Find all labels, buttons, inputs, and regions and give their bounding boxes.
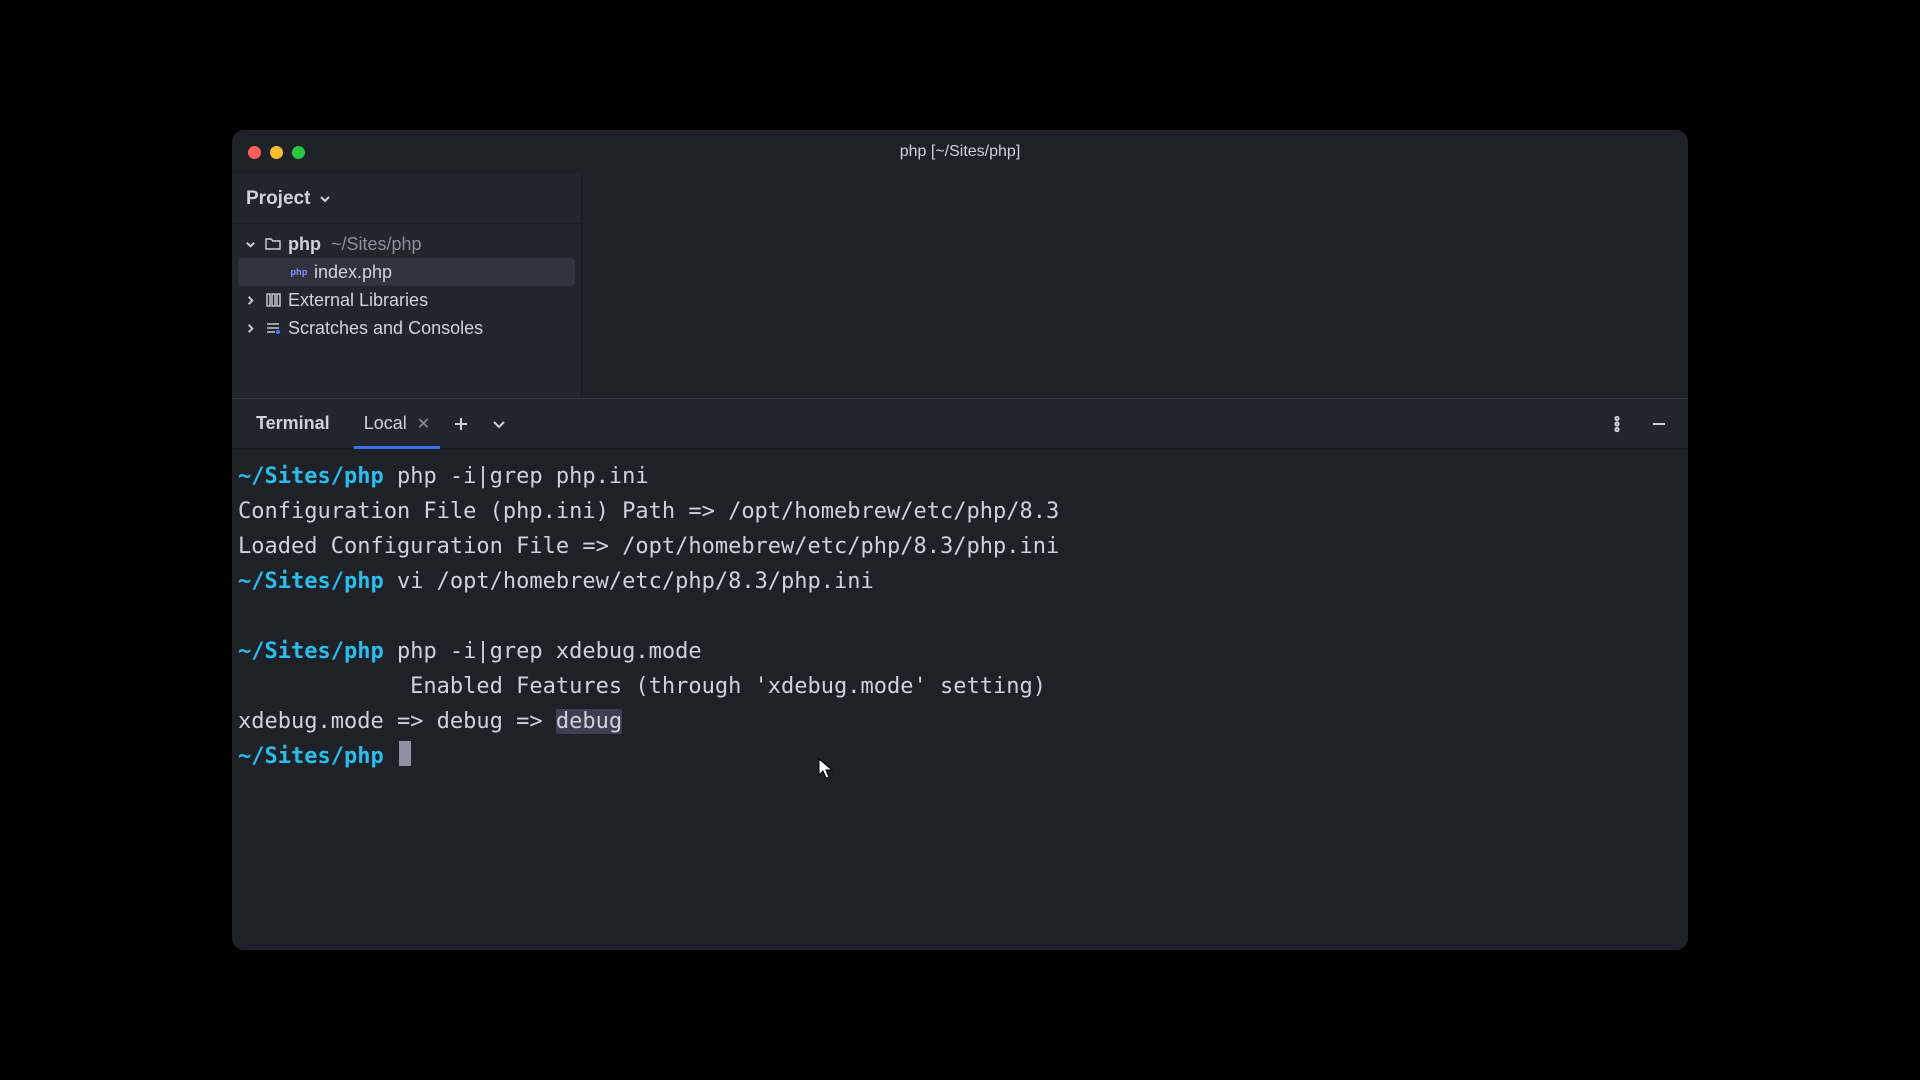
- project-root-name: php: [288, 235, 321, 253]
- terminal-tab-bar: Terminal Local ✕: [232, 399, 1688, 449]
- terminal-session-tab[interactable]: Local ✕: [354, 399, 440, 448]
- more-options-button[interactable]: [1606, 413, 1628, 435]
- tree-scratches[interactable]: Scratches and Consoles: [238, 314, 575, 342]
- main-area: Project php ~/Sites/php: [232, 174, 1688, 398]
- tree-file-label: index.php: [314, 263, 392, 281]
- terminal-line: ~/Sites/php php -i|grep xdebug.mode: [238, 634, 1682, 669]
- terminal-line: xdebug.mode => debug => debug: [238, 704, 1682, 739]
- php-file-icon: php: [290, 263, 308, 281]
- chevron-right-icon[interactable]: [242, 323, 258, 334]
- editor-area: [582, 174, 1688, 398]
- terminal-session-label: Local: [364, 413, 407, 434]
- tree-project-root[interactable]: php ~/Sites/php: [238, 230, 575, 258]
- project-tool-header[interactable]: Project: [232, 174, 581, 224]
- terminal-tool-window: Terminal Local ✕: [232, 398, 1688, 950]
- tree-file-index[interactable]: php index.php: [238, 258, 575, 286]
- project-root-path: ~/Sites/php: [331, 235, 422, 253]
- folder-icon: [264, 235, 282, 253]
- minimize-window-button[interactable]: [270, 146, 283, 159]
- terminal-line: [238, 599, 1682, 634]
- new-session-button[interactable]: [450, 413, 472, 435]
- terminal-output[interactable]: ~/Sites/php php -i|grep php.iniConfigura…: [232, 449, 1688, 950]
- project-tree[interactable]: php ~/Sites/php php index.php: [232, 224, 581, 342]
- titlebar: php [~/Sites/php]: [232, 130, 1688, 174]
- terminal-tool-tab[interactable]: Terminal: [246, 399, 340, 448]
- terminal-cursor: [399, 741, 411, 766]
- close-window-button[interactable]: [248, 146, 261, 159]
- project-tool-label: Project: [246, 188, 310, 210]
- terminal-tab-actions: [450, 413, 510, 435]
- terminal-line: ~/Sites/php php -i|grep php.ini: [238, 459, 1682, 494]
- window-controls: [232, 146, 305, 159]
- ide-window: php [~/Sites/php] Project: [232, 130, 1688, 950]
- tree-item-label: Scratches and Consoles: [288, 319, 483, 337]
- zoom-window-button[interactable]: [292, 146, 305, 159]
- terminal-tool-label: Terminal: [256, 413, 330, 434]
- scratches-icon: [264, 319, 282, 337]
- tree-item-label: External Libraries: [288, 291, 428, 309]
- hide-tool-window-button[interactable]: [1648, 413, 1670, 435]
- chevron-right-icon[interactable]: [242, 295, 258, 306]
- terminal-line: Configuration File (php.ini) Path => /op…: [238, 494, 1682, 529]
- terminal-line: ~/Sites/php: [238, 739, 1682, 774]
- terminal-line: Loaded Configuration File => /opt/homebr…: [238, 529, 1682, 564]
- terminal-line: ~/Sites/php vi /opt/homebrew/etc/php/8.3…: [238, 564, 1682, 599]
- terminal-line: Enabled Features (through 'xdebug.mode' …: [238, 669, 1682, 704]
- chevron-down-icon: [318, 192, 332, 206]
- session-dropdown-button[interactable]: [488, 413, 510, 435]
- library-icon: [264, 291, 282, 309]
- project-sidebar: Project php ~/Sites/php: [232, 174, 582, 398]
- tree-external-libraries[interactable]: External Libraries: [238, 286, 575, 314]
- window-title: php [~/Sites/php]: [232, 143, 1688, 161]
- close-icon[interactable]: ✕: [417, 414, 430, 434]
- chevron-down-icon[interactable]: [242, 239, 258, 250]
